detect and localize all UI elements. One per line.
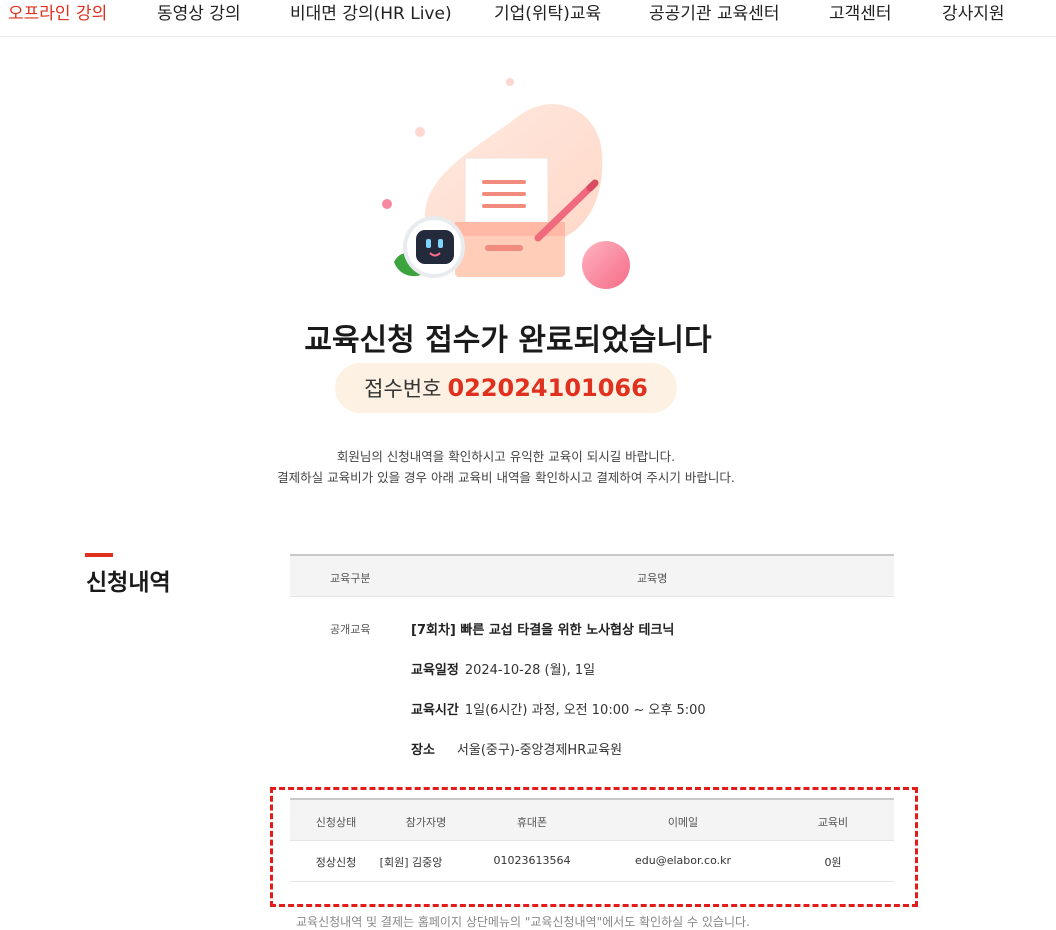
schedule-value: 2024-10-28 (월), 1일	[464, 663, 596, 678]
course-schedule: 교육일정 2024-10-28 (월), 1일	[411, 659, 595, 678]
nav-customer-center[interactable]: 고객센터	[829, 0, 892, 24]
section-title: 신청내역	[86, 570, 171, 596]
time-label: 교육시간	[411, 703, 459, 718]
course-table-row: 공개교육 [7회차] 빠른 교섭 타결을 위한 노사협상 테크닉 교육일정 202…	[290, 597, 894, 773]
footnote-text: 교육신청내역 및 결제는 홈페이지 상단메뉴의 "교육신청내역"에서도 확인하실…	[296, 915, 750, 929]
info-message-line-2: 결제하실 교육비가 있을 경우 아래 교육비 내역을 확인하시고 결제하여 주시…	[277, 470, 735, 485]
applicant-name: [회원] 김중앙	[379, 856, 443, 869]
place-value: 서울(중구)-중앙경제HR교육원	[456, 743, 623, 758]
nav-instructor-support[interactable]: 강사지원	[942, 0, 1005, 24]
place-label: 장소	[411, 743, 435, 758]
nav-public-institution[interactable]: 공공기관 교육센터	[649, 0, 780, 24]
receipt-number: 022024101066	[447, 374, 648, 402]
applicant-fee: 0원	[824, 856, 842, 869]
completion-title: 교육신청 접수가 완료되었습니다	[304, 323, 712, 358]
header-participant: 참가자명	[405, 816, 447, 829]
completion-illustration	[370, 70, 640, 300]
receipt-number-badge: 접수번호 022024101066	[335, 363, 677, 413]
header-status: 신청상태	[315, 816, 357, 829]
document-drawer-robot-icon	[382, 78, 630, 289]
header-course-name: 교육명	[637, 572, 668, 585]
applicant-status: 정상신청	[315, 856, 357, 869]
nav-offline-course[interactable]: 오프라인 강의	[8, 0, 107, 24]
schedule-label: 교육일정	[411, 663, 459, 678]
course-table-header: 교육구분 교육명	[290, 556, 894, 597]
course-name[interactable]: [7회차] 빠른 교섭 타결을 위한 노사협상 테크닉	[411, 619, 674, 638]
info-message-line-1: 회원님의 신청내역을 확인하시고 유익한 교육이 되시길 바랍니다.	[336, 449, 676, 464]
top-navigation: 오프라인 강의 동영상 강의 비대면 강의(HR Live) 기업(위탁)교육 …	[0, 0, 1056, 37]
header-fee: 교육비	[817, 816, 849, 829]
course-category: 공개교육	[330, 623, 371, 636]
receipt-label: 접수번호	[364, 377, 442, 401]
nav-video-course[interactable]: 동영상 강의	[157, 0, 241, 24]
course-time: 교육시간 1일(6시간) 과정, 오전 10:00 ~ 오후 5:00	[411, 699, 706, 718]
applicant-email: edu@elabor.co.kr	[635, 854, 731, 867]
header-phone: 휴대폰	[516, 816, 548, 829]
nav-hr-live[interactable]: 비대면 강의(HR Live)	[290, 0, 452, 24]
section-accent-bar	[85, 553, 113, 557]
course-place: 장소 서울(중구)-중앙경제HR교육원	[411, 739, 622, 758]
header-email: 이메일	[667, 816, 699, 829]
time-value: 1일(6시간) 과정, 오전 10:00 ~ 오후 5:00	[464, 703, 706, 718]
applicant-table-header: 신청상태 참가자명 휴대폰 이메일 교육비	[290, 800, 894, 841]
applicant-phone: 01023613564	[493, 854, 571, 867]
nav-corporate-training[interactable]: 기업(위탁)교육	[494, 0, 601, 24]
header-category: 교육구분	[330, 572, 371, 585]
applicant-table-row: 정상신청 [회원] 김중앙 01023613564 edu@elabor.co.…	[290, 841, 894, 882]
